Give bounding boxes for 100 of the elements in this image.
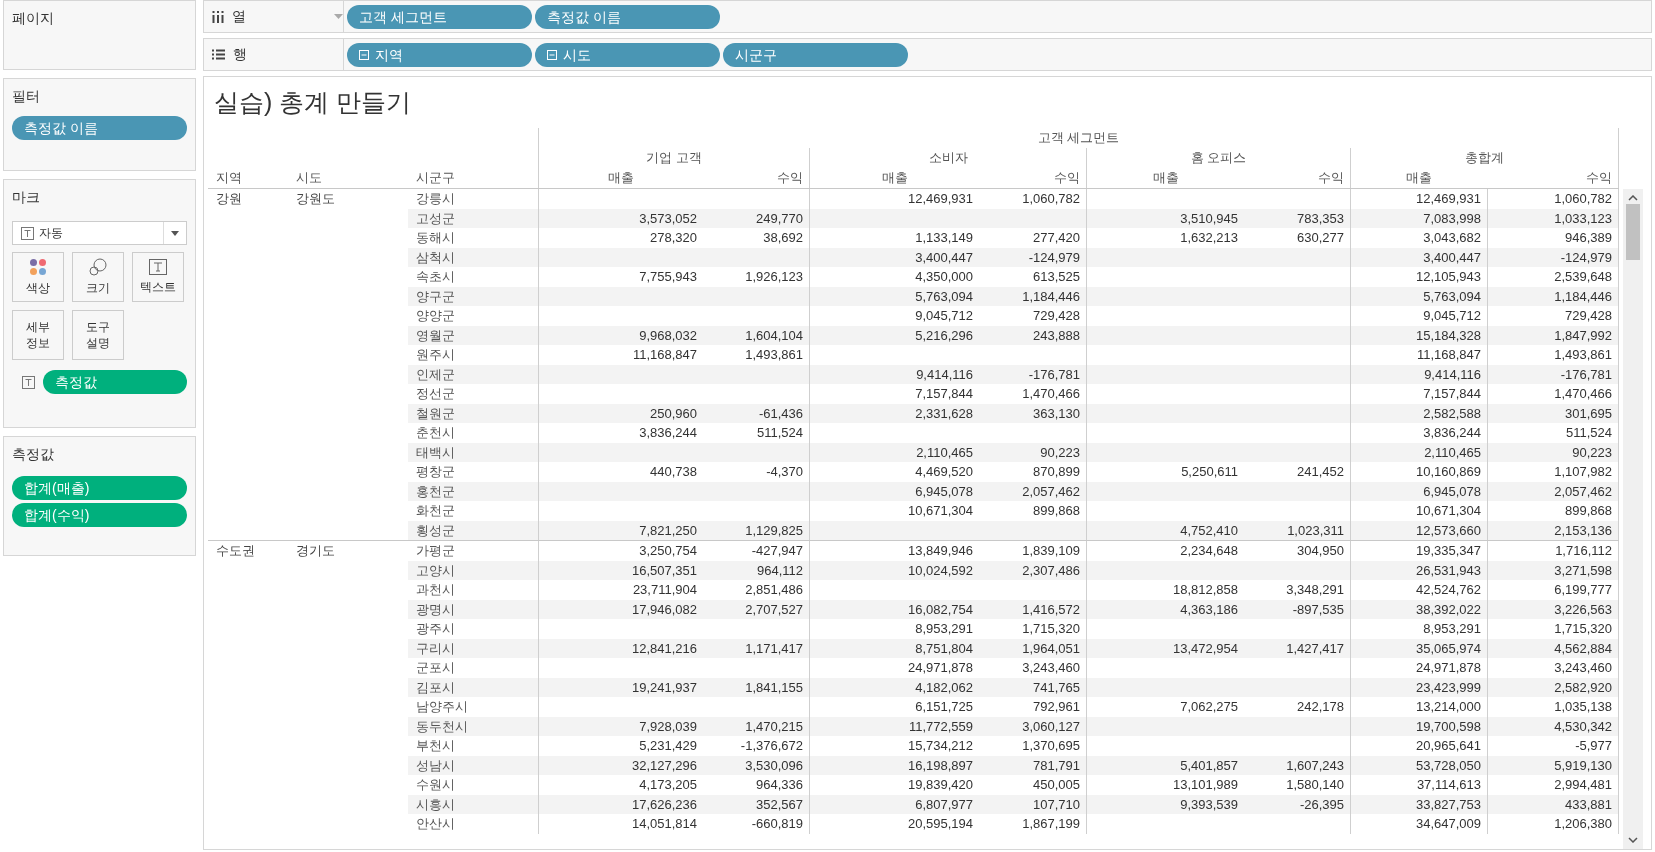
- table-cell: 10,671,304: [907, 503, 973, 518]
- table-cell: 90,223: [1572, 444, 1612, 460]
- city-label: 원주시: [416, 347, 455, 362]
- city-label: 광주시: [416, 621, 455, 636]
- table-cell: -897,535: [1292, 601, 1344, 617]
- city-label: 수원시: [416, 777, 455, 792]
- filter-pill[interactable]: 측정값 이름: [12, 116, 187, 140]
- table-cell: 1,715,320: [1554, 621, 1612, 636]
- mark-type-dropdown[interactable]: 자동: [12, 221, 187, 245]
- city-label: 남양주시: [416, 699, 468, 714]
- mark-property-button[interactable]: 색상: [12, 252, 64, 302]
- table-cell: 2,331,628: [915, 405, 973, 421]
- city-label: 평창군: [416, 464, 455, 479]
- measure-pill[interactable]: 합계(매출): [12, 476, 187, 500]
- table-cell: 301,695: [1565, 405, 1612, 421]
- table-cell: 35,065,974: [1415, 640, 1481, 656]
- table-cell: 20,595,194: [907, 816, 973, 831]
- city-label: 안산시: [416, 816, 455, 831]
- table-cell: 1,129,825: [745, 522, 803, 538]
- table-cell: 1,470,466: [1554, 386, 1612, 401]
- table-cell: 5,919,130: [1554, 757, 1612, 773]
- table-cell: -124,979: [1560, 249, 1612, 265]
- table-cell: 1,060,782: [1022, 191, 1080, 206]
- province-label: 강원도: [296, 191, 335, 206]
- city-label: 철원군: [416, 405, 455, 421]
- table-cell: 10,024,592: [907, 562, 973, 578]
- measure-pill[interactable]: 합계(수익): [12, 503, 187, 527]
- table-cell: 7,157,844: [915, 386, 973, 401]
- field-pill[interactable]: 고객 세그먼트: [347, 4, 532, 29]
- table-cell: 1,470,466: [1022, 386, 1080, 401]
- table-cell: 6,199,777: [1554, 582, 1612, 597]
- table-cell: 14,051,814: [631, 816, 697, 831]
- table-cell: 241,452: [1297, 464, 1344, 479]
- mark-property-button[interactable]: 크기: [72, 252, 124, 302]
- table-cell: 781,791: [1033, 757, 1080, 773]
- city-label: 양구군: [416, 288, 455, 304]
- table-cell: 899,868: [1565, 503, 1612, 518]
- table-cell: 13,214,000: [1415, 699, 1481, 714]
- field-pill[interactable]: 측정값 이름: [535, 4, 720, 29]
- table-cell: 250,960: [650, 405, 697, 421]
- shelf-label: 열: [232, 7, 247, 26]
- table-cell: 4,562,884: [1554, 640, 1612, 656]
- field-pill[interactable]: 시군구: [723, 42, 908, 67]
- vertical-scrollbar[interactable]: [1623, 189, 1643, 849]
- table-cell: -660,819: [751, 816, 803, 831]
- table-cell: 1,926,123: [745, 269, 803, 284]
- table-cell: 7,062,275: [1180, 699, 1238, 714]
- caret-icon: [171, 230, 179, 236]
- city-label: 구리시: [416, 640, 455, 656]
- table-cell: 3,836,244: [639, 425, 697, 440]
- sheet-title: 실습) 총계 만들기: [214, 87, 412, 117]
- field-pill[interactable]: 시도: [535, 42, 720, 67]
- table-cell: 1,470,215: [745, 718, 803, 734]
- table-cell: 1,715,320: [1022, 621, 1080, 636]
- table-cell: 6,945,078: [915, 483, 973, 499]
- table-cell: 1,107,982: [1554, 464, 1612, 479]
- table-cell: -176,781: [1028, 366, 1080, 382]
- segment-header: 소비자: [928, 150, 968, 165]
- table-cell: 6,945,078: [1423, 483, 1481, 499]
- table-cell: 1,493,861: [745, 347, 803, 362]
- table-cell: 3,510,945: [1180, 210, 1238, 226]
- table-cell: 2,851,486: [745, 582, 803, 597]
- table-cell: 1,184,446: [1022, 288, 1080, 304]
- table-cell: 8,751,804: [915, 640, 973, 656]
- card-title: 페이지: [12, 10, 54, 28]
- table-cell: 15,734,212: [907, 738, 973, 753]
- city-label: 가평군: [416, 543, 455, 558]
- city-label: 영월군: [416, 327, 455, 343]
- table-cell: 1,847,992: [1554, 327, 1612, 343]
- measure-header: 매출: [608, 170, 634, 185]
- mark-property-button[interactable]: 세부 정보: [12, 310, 64, 360]
- table-cell: 19,839,420: [907, 777, 973, 792]
- table-cell: 90,223: [1040, 444, 1080, 460]
- table-cell: 19,241,937: [631, 679, 697, 695]
- measure-pill[interactable]: 측정값: [43, 370, 187, 394]
- caret-icon[interactable]: [334, 14, 343, 19]
- table-cell: 12,469,931: [907, 191, 973, 206]
- segment-header: 총합계: [1465, 150, 1504, 165]
- table-cell: 7,928,039: [639, 718, 697, 734]
- table-cell: 13,472,954: [1172, 640, 1238, 656]
- mark-property-button[interactable]: 도구 설명: [72, 310, 124, 360]
- city-label: 춘천시: [416, 425, 455, 440]
- table-cell: 20,965,641: [1415, 738, 1481, 753]
- table-cell: 7,083,998: [1423, 210, 1481, 226]
- mark-property-button[interactable]: 텍스트: [132, 252, 184, 302]
- table-cell: 12,105,943: [1415, 269, 1481, 284]
- table-cell: 1,060,782: [1554, 191, 1612, 206]
- table-cell: 1,033,123: [1554, 210, 1612, 226]
- city-label: 과천시: [416, 582, 455, 597]
- table-cell: 23,711,904: [632, 582, 697, 597]
- table-cell: 613,525: [1033, 269, 1080, 284]
- table-cell: 9,045,712: [915, 308, 973, 323]
- table-cell: 1,841,155: [745, 679, 803, 695]
- minus-box-icon[interactable]: [359, 49, 369, 60]
- scrollbar-thumb[interactable]: [1626, 204, 1640, 260]
- field-pill[interactable]: 지역: [347, 42, 532, 67]
- table-cell: 11,772,559: [908, 718, 973, 734]
- table-cell: 363,130: [1033, 405, 1080, 421]
- table-cell: 243,888: [1033, 327, 1080, 343]
- minus-box-icon[interactable]: [547, 49, 557, 60]
